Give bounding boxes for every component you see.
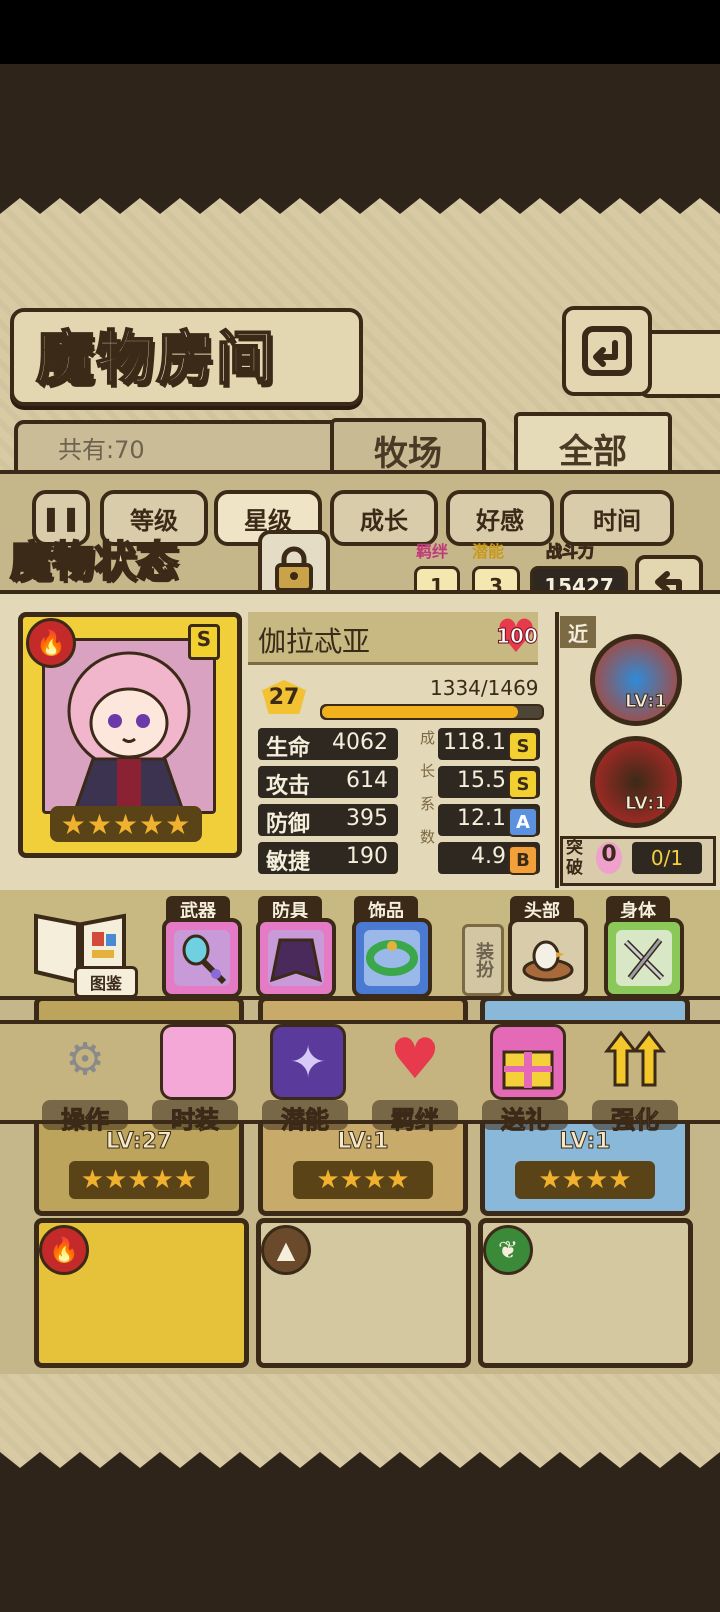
outfit-icon [160,1024,236,1100]
gift-icon [490,1024,566,1100]
outfit-label: 时装 [152,1100,238,1135]
grade-badge: S [508,769,538,799]
stat-label: 生命 [266,736,311,761]
upgrade-label: 强化 [592,1100,678,1135]
growth-row-defense: 12.1 A [438,804,540,837]
egg-nest-icon [522,940,574,982]
weapon-slot[interactable] [162,918,242,998]
breakthrough-value: 0 [596,842,622,874]
stat-value: 4062 [332,730,388,755]
rarity-badge: S [188,624,220,660]
range-tag: 近 [560,616,596,648]
status-bar-area [0,0,720,64]
card-stars: ★★★★★ [69,1161,209,1199]
exp-text: 1334/1469 [430,676,539,700]
gift-button[interactable]: 送礼 [480,1018,570,1135]
growth-value: 4.9 [471,844,506,869]
lock-icon [275,546,313,592]
bracelet-icon [364,930,420,986]
star-row: ★★★★★ [50,806,202,842]
stat-label: 防御 [266,812,311,837]
growth-value: 118.1 [443,730,506,755]
stat-row-hp: 生命 4062 [258,728,398,761]
grade-badge: A [508,807,538,837]
card-stars: ★★★★ [293,1161,433,1199]
growth-row-agility: 4.9 B [438,842,540,875]
growth-vertical-label: 成长系数 [410,730,436,874]
back-button-tail [640,330,720,398]
breakthrough-progress: 0/1 [632,842,702,874]
fire-element-icon: 🔥 [26,618,76,668]
outfit-button[interactable]: 时装 [150,1018,240,1135]
skill-2-button[interactable]: LV:1 [590,736,682,828]
cloak-icon [268,930,324,986]
star-icons: ★★★★★ [60,807,192,841]
owned-count: 共有:70 [58,436,145,464]
skill-level: LV:1 [625,793,668,815]
monster-card[interactable]: ❦ [478,1218,693,1368]
upgrade-arrows-icon [600,1024,670,1094]
bond-button[interactable]: ♥ 羁绊 [370,1018,460,1135]
character-art [45,641,213,811]
stat-value: 395 [346,806,388,831]
power-label: 战斗力 [545,542,595,562]
up-arrows-icon [603,1030,667,1087]
armor-slot[interactable] [256,918,336,998]
growth-row-attack: 15.5 S [438,766,540,799]
upgrade-button[interactable]: 强化 [590,1018,680,1135]
growth-row-hp: 118.1 S [438,728,540,761]
gift-label: 送礼 [482,1100,568,1135]
gift-box-icon [502,1050,554,1090]
monster-portrait [42,638,216,814]
potential-action-label: 潜能 [262,1100,348,1135]
growth-value: 12.1 [457,806,506,831]
body-slot[interactable] [604,918,684,998]
swords-icon [616,930,672,986]
card-stars: ★★★★ [515,1161,655,1199]
monster-name: 伽拉忒亚 [258,625,371,658]
stat-value: 614 [346,768,388,793]
stat-row-defense: 防御 395 [258,804,398,837]
wood-element-icon: ❦ [483,1225,533,1275]
stat-label: 攻击 [266,774,311,799]
growth-value: 15.5 [457,768,506,793]
stat-label: 敏捷 [266,850,311,875]
bottom-background [0,1470,720,1612]
skill-1-button[interactable]: LV:1 [590,634,682,726]
grade-badge: B [508,845,538,875]
demon-icon: ✦ [270,1024,346,1100]
return-icon [582,326,632,376]
skill-level: LV:1 [625,691,668,713]
gear-icon: ⚙ [65,1033,105,1085]
accessory-slot[interactable] [352,918,432,998]
back-button[interactable] [562,306,652,396]
stat-row-agility: 敏捷 190 [258,842,398,875]
operate-button[interactable]: ⚙ 操作 [40,1018,130,1135]
earth-element-icon: ▲ [261,1225,311,1275]
bond-label: 羁绊 [416,542,449,561]
codex-label: 图鉴 [74,966,138,998]
dress-up-button[interactable]: 装扮 [462,924,504,996]
staff-icon [174,930,230,986]
bond-action-label: 羁绊 [372,1100,458,1135]
head-slot[interactable] [508,918,588,998]
hearts-icon: ♥ [389,1026,441,1092]
grade-badge: S [508,731,538,761]
dress-label: 装扮 [473,942,494,978]
stat-row-attack: 攻击 614 [258,766,398,799]
stat-value: 190 [346,844,388,869]
breakthrough-label: 突破 [566,838,583,878]
zigzag-edge-top [0,192,720,214]
affection-value: 100 [496,624,539,649]
page-title: 魔物房间 [35,323,277,393]
monster-card[interactable]: 🔥 [34,1218,249,1368]
operate-label: 操作 [42,1100,128,1135]
monster-card[interactable]: ▲ [256,1218,471,1368]
fire-element-icon: 🔥 [39,1225,89,1275]
potential-button[interactable]: ✦ 潜能 [260,1018,350,1135]
potential-label: 潜能 [472,542,505,561]
exp-bar-fill [322,706,519,718]
status-title: 魔物状态 [9,536,179,587]
